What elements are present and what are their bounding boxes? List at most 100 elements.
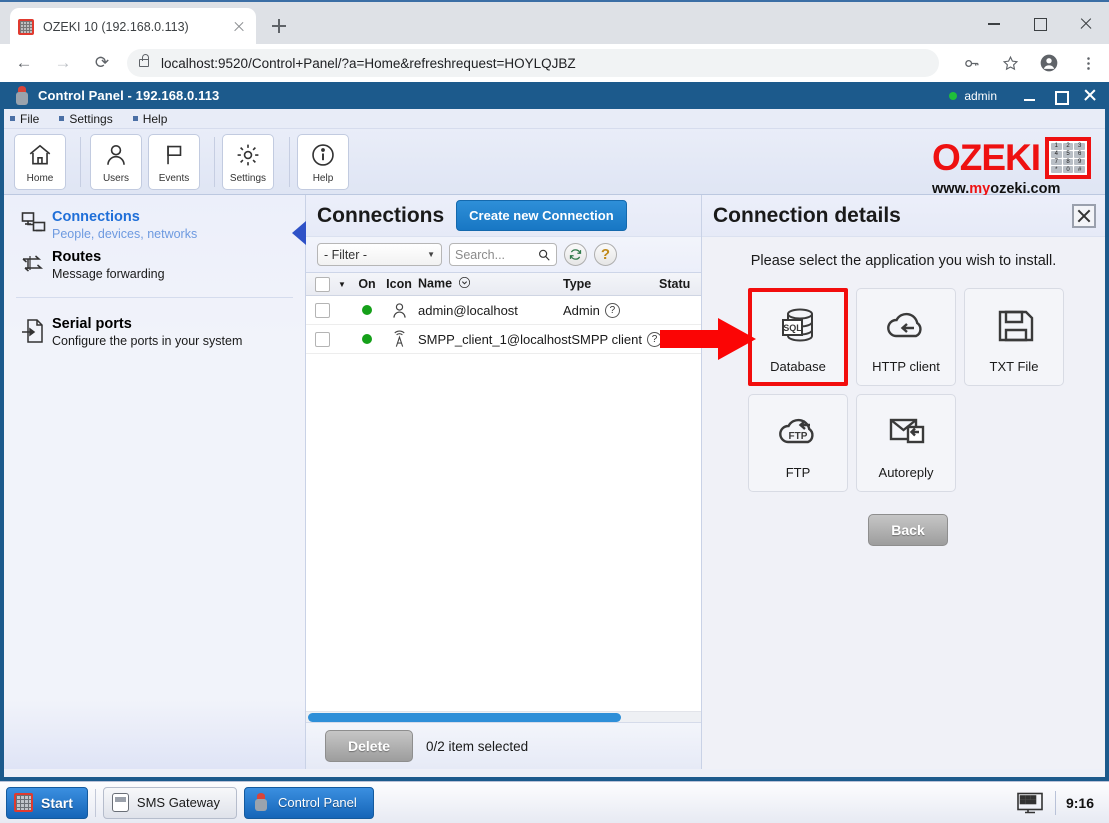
app-tile-database[interactable]: SQL Database bbox=[748, 288, 848, 386]
app-tile-txt-file-label: TXT File bbox=[989, 359, 1039, 374]
menu-item-file[interactable]: File bbox=[10, 112, 39, 126]
profile-icon[interactable] bbox=[1034, 48, 1064, 78]
browser-close-button[interactable] bbox=[1063, 2, 1109, 46]
help-button[interactable]: ? bbox=[594, 243, 617, 266]
ribbon-separator bbox=[214, 137, 215, 187]
phone-icon bbox=[111, 793, 129, 812]
table-row[interactable]: SMPP_client_1@localhost SMPP client ? bbox=[306, 325, 701, 354]
new-tab-button[interactable] bbox=[268, 15, 290, 37]
taskbar-item-sms-gateway[interactable]: SMS Gateway bbox=[102, 786, 237, 819]
close-icon[interactable] bbox=[230, 18, 248, 36]
search-input[interactable]: Search... bbox=[449, 243, 557, 266]
browser-tabstrip: OZEKI 10 (192.168.0.113) bbox=[0, 0, 1109, 46]
back-icon[interactable]: ← bbox=[9, 48, 39, 78]
svg-text:SQL: SQL bbox=[783, 323, 802, 333]
row-checkbox[interactable] bbox=[306, 331, 338, 347]
ribbon-button-settings[interactable]: Settings bbox=[222, 134, 274, 190]
horizontal-scrollbar[interactable] bbox=[306, 711, 701, 722]
cloud-http-icon bbox=[887, 312, 922, 338]
app-tile-txt-file[interactable]: TXT File bbox=[964, 288, 1064, 386]
bullet-icon bbox=[10, 116, 15, 121]
taskbar-item-control-panel[interactable]: Control Panel bbox=[244, 786, 374, 819]
column-header-type[interactable]: Type bbox=[563, 277, 659, 291]
logo-key: 3 bbox=[1074, 143, 1085, 150]
ozeki-app-window: Control Panel - 192.168.0.113 admin File… bbox=[0, 82, 1109, 781]
row-checkbox[interactable] bbox=[306, 302, 338, 318]
question-icon: ? bbox=[600, 246, 611, 263]
browser-minimize-button[interactable] bbox=[971, 2, 1017, 46]
app-tile-http-client[interactable]: HTTP client bbox=[856, 288, 956, 386]
close-icon[interactable] bbox=[1072, 203, 1096, 228]
forward-icon: → bbox=[54, 53, 72, 72]
bullet-icon bbox=[59, 116, 65, 121]
app-tile-autoreply[interactable]: Autoreply bbox=[856, 394, 956, 492]
column-header-status[interactable]: Statu bbox=[659, 277, 701, 291]
logo-top: OZEKI 1 2 3 4 5 6 7 8 9 * 0 # bbox=[932, 137, 1091, 179]
address-bar[interactable]: localhost:9520/Control+Panel/?a=Home&ref… bbox=[127, 49, 939, 77]
ozeki-robot-icon bbox=[253, 793, 270, 812]
browser-navbar: ← → ⟳ localhost:9520/Control+Panel/?a=Ho… bbox=[0, 44, 1109, 82]
browser-tab[interactable]: OZEKI 10 (192.168.0.113) bbox=[10, 8, 256, 46]
taskbar-item-sms-gateway-label: SMS Gateway bbox=[136, 795, 220, 810]
app-tile-database-label: Database bbox=[770, 359, 826, 374]
menu-item-help[interactable]: Help bbox=[132, 112, 167, 126]
ribbon-button-users[interactable]: Users bbox=[90, 134, 142, 190]
sidebar-item-connections-title: Connections bbox=[52, 209, 140, 225]
logo-key: 0 bbox=[1062, 166, 1074, 173]
sidebar-group-hardware: Serial ports Configure the ports in your… bbox=[4, 298, 305, 352]
sidebar: Connections People, devices, networks Ro… bbox=[4, 195, 306, 769]
table-row[interactable]: admin@localhost Admin ? bbox=[306, 296, 701, 325]
select-all-checkbox[interactable] bbox=[306, 276, 338, 292]
row-type: Admin ? bbox=[563, 302, 659, 318]
app-close-button[interactable] bbox=[1075, 82, 1105, 109]
scrollbar-thumb[interactable] bbox=[308, 712, 621, 722]
question-icon[interactable]: ? bbox=[604, 302, 620, 318]
taskbar-clock[interactable]: 9:16 bbox=[1066, 795, 1094, 811]
column-header-name[interactable]: Name bbox=[416, 276, 563, 292]
filter-select[interactable]: - Filter - ▼ bbox=[317, 243, 442, 266]
ribbon-separator bbox=[289, 137, 290, 187]
star-icon[interactable] bbox=[995, 48, 1025, 78]
back-button[interactable]: Back bbox=[868, 514, 948, 546]
filter-select-value: - Filter - bbox=[324, 247, 368, 262]
app-titlebar: Control Panel - 192.168.0.113 admin bbox=[4, 82, 1105, 109]
user-icon bbox=[382, 301, 416, 320]
create-new-connection-button[interactable]: Create new Connection bbox=[456, 200, 627, 231]
user-icon bbox=[107, 144, 125, 165]
app-tile-ftp[interactable]: FTP FTP bbox=[748, 394, 848, 492]
logged-in-user[interactable]: admin bbox=[964, 89, 997, 103]
app-minimize-button[interactable] bbox=[1015, 82, 1045, 109]
menu-item-settings[interactable]: Settings bbox=[59, 112, 113, 126]
ribbon-button-events[interactable]: Events bbox=[148, 134, 200, 190]
delete-button[interactable]: Delete bbox=[325, 730, 414, 762]
start-button[interactable]: Start bbox=[6, 786, 88, 819]
refresh-button[interactable] bbox=[564, 243, 587, 266]
ribbon-label-settings: Settings bbox=[229, 173, 267, 184]
sidebar-item-routes[interactable]: Routes Message forwarding bbox=[4, 245, 305, 285]
search-icon bbox=[539, 249, 550, 261]
sidebar-item-serial-ports[interactable]: Serial ports Configure the ports in your… bbox=[4, 312, 305, 352]
key-icon[interactable] bbox=[956, 48, 986, 78]
column-header-icon[interactable]: Icon bbox=[382, 277, 416, 291]
gear-icon bbox=[237, 144, 259, 166]
header-dropdown-icon[interactable]: ▼ bbox=[338, 280, 352, 289]
app-body: Connections People, devices, networks Ro… bbox=[4, 195, 1105, 769]
column-header-on[interactable]: On bbox=[352, 277, 382, 291]
logo-key: 4 bbox=[1051, 150, 1062, 158]
ribbon-button-home[interactable]: Home bbox=[14, 134, 66, 190]
ribbon-button-help[interactable]: Help bbox=[297, 134, 349, 190]
ozeki-grid-icon bbox=[18, 19, 34, 35]
reload-icon[interactable]: ⟳ bbox=[87, 48, 117, 78]
ribbon-label-events: Events bbox=[158, 173, 190, 184]
start-button-label: Start bbox=[41, 794, 73, 811]
app-maximize-button[interactable] bbox=[1045, 82, 1075, 109]
menu-kebab-icon[interactable] bbox=[1073, 48, 1103, 78]
row-type: SMPP client ? bbox=[571, 331, 667, 347]
floppy-disk-icon bbox=[998, 310, 1034, 342]
sidebar-item-connections[interactable]: Connections People, devices, networks bbox=[4, 205, 305, 245]
logo-key: 5 bbox=[1062, 150, 1074, 158]
browser-maximize-button[interactable] bbox=[1017, 2, 1063, 46]
taskbar-item-control-panel-label: Control Panel bbox=[278, 795, 357, 810]
logo-keypad-icon: 1 2 3 4 5 6 7 8 9 * 0 # bbox=[1045, 137, 1091, 179]
chevron-down-icon: ▼ bbox=[427, 250, 435, 259]
